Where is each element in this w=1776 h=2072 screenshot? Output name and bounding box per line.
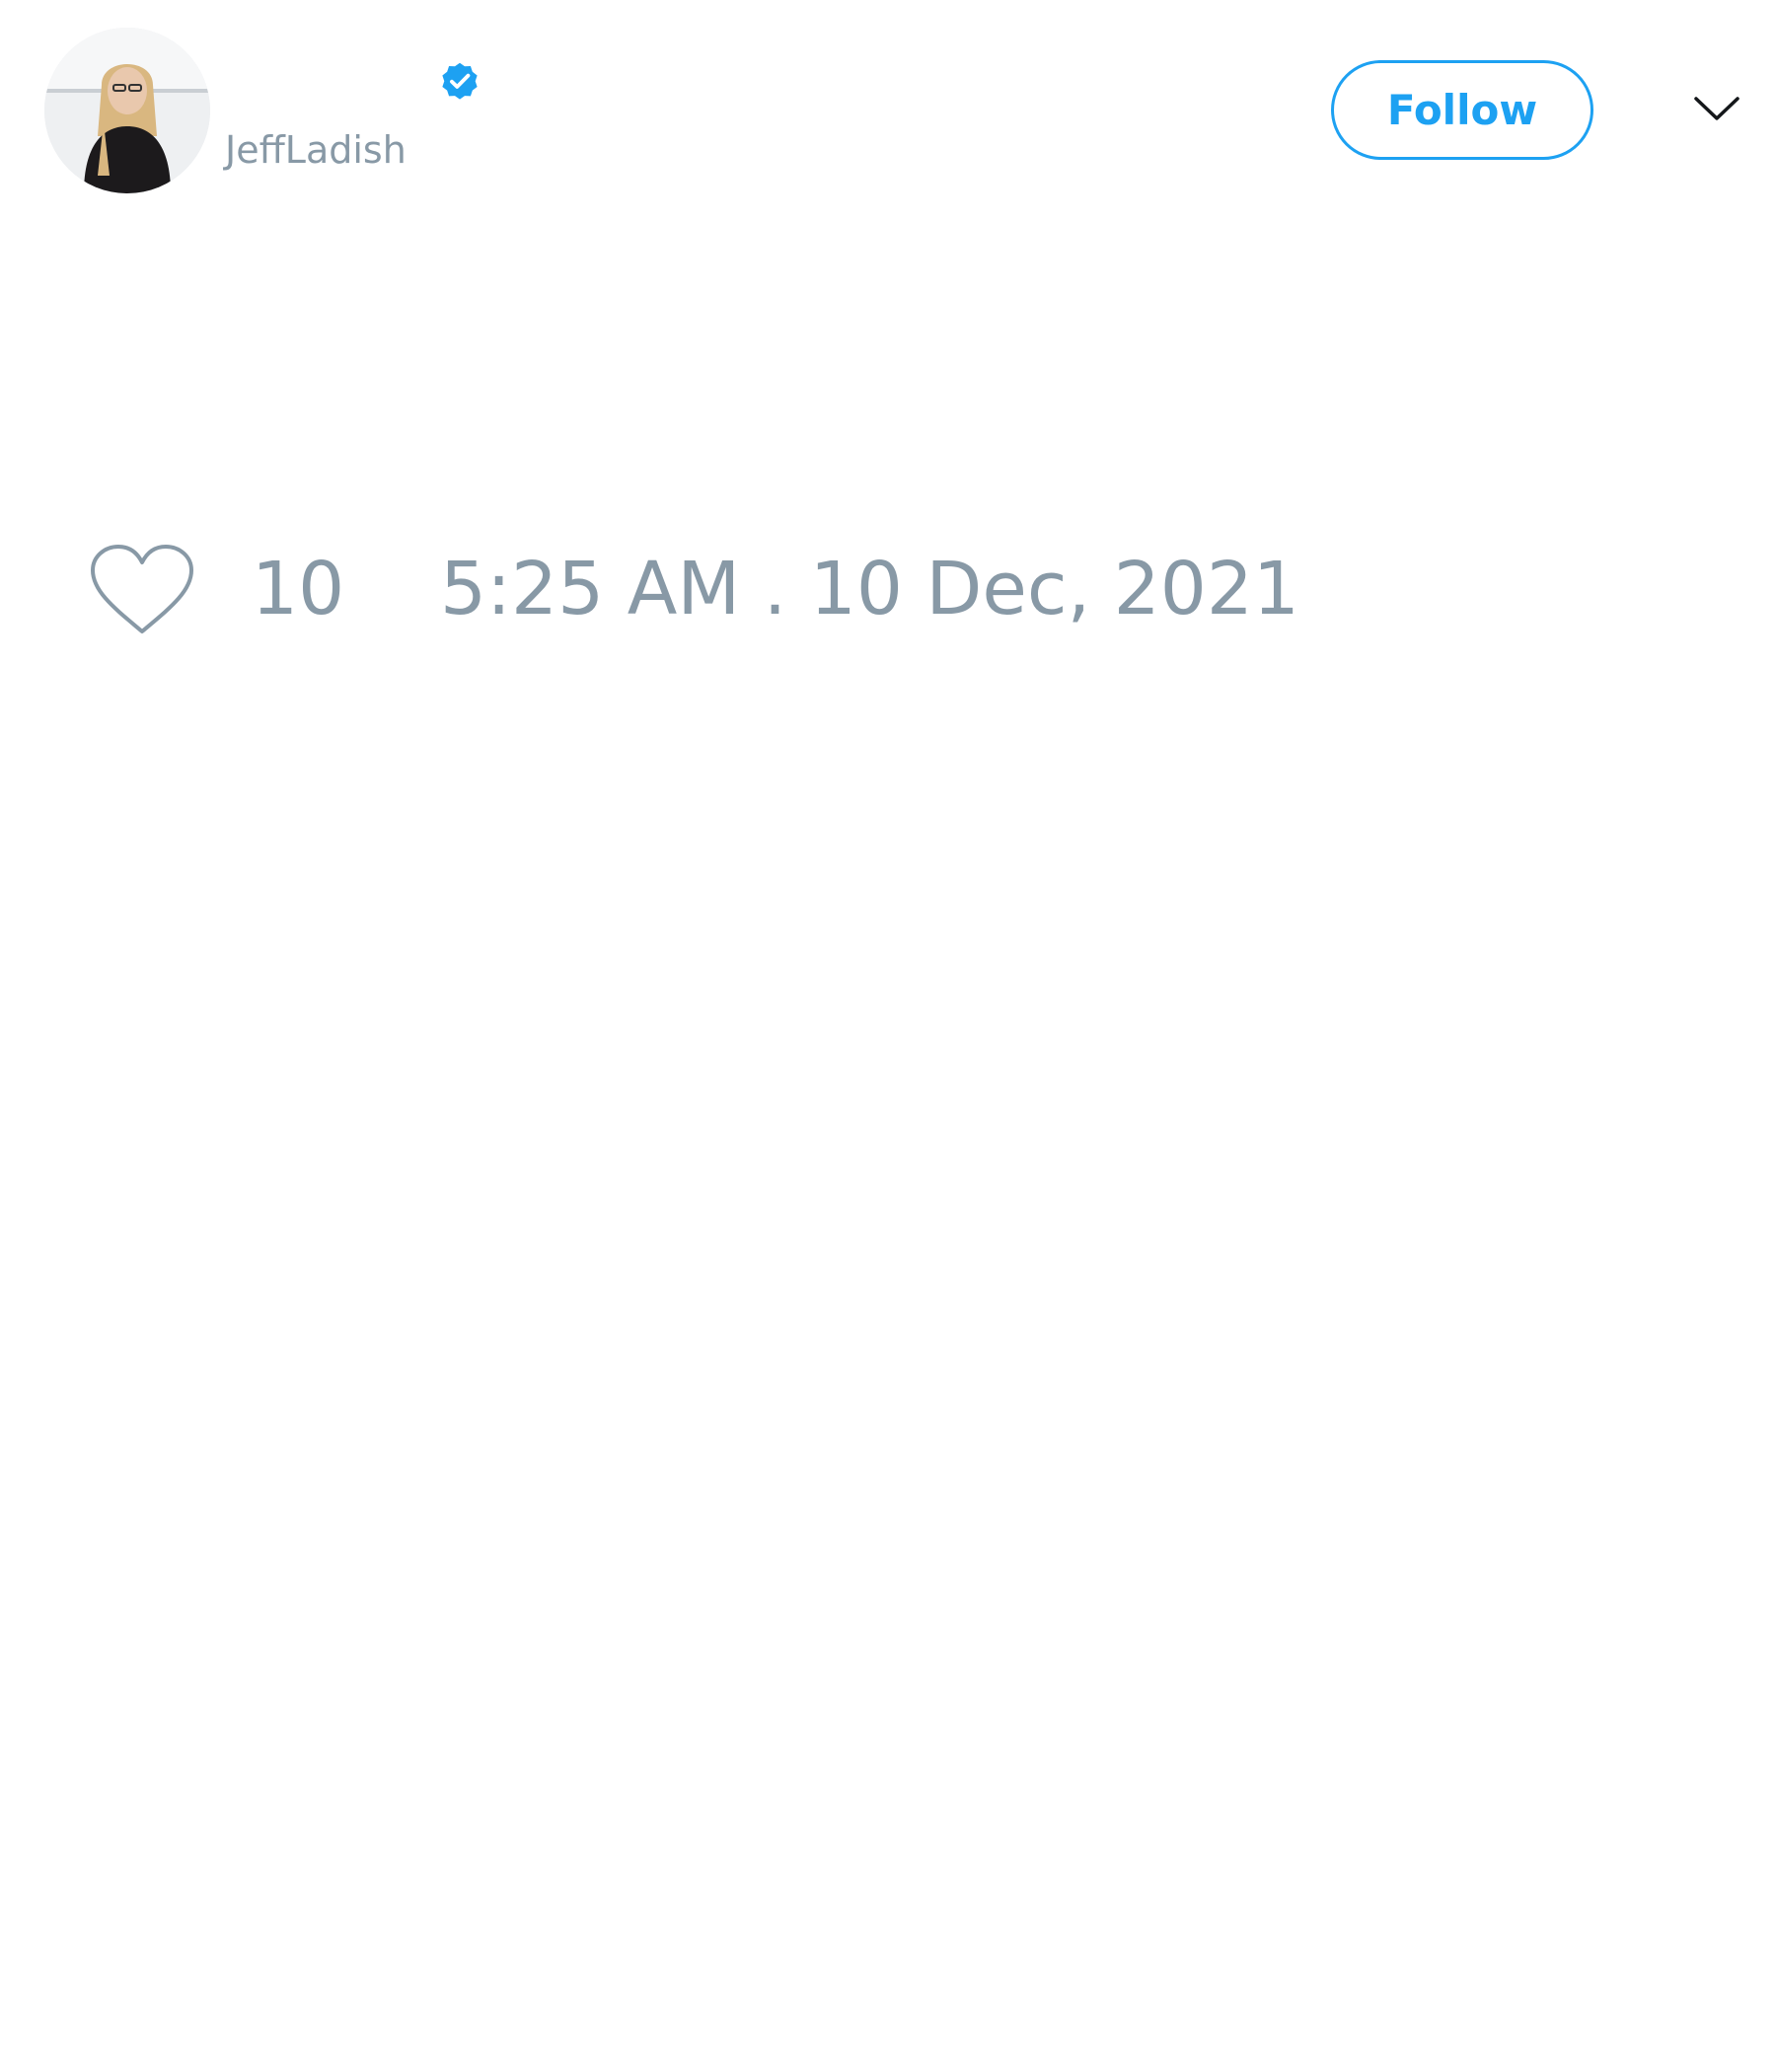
verified-badge-icon	[437, 58, 482, 104]
like-count: 10	[252, 547, 345, 631]
tweet-card: JeffLadish Follow 10 5:25 AM . 10 Dec, 2…	[0, 0, 1776, 2072]
timestamp[interactable]: 5:25 AM . 10 Dec, 2021	[440, 549, 1299, 629]
avatar[interactable]	[44, 28, 210, 193]
avatar-photo	[44, 28, 210, 193]
screen-name[interactable]: JeffLadish	[225, 126, 407, 174]
heart-outline-icon[interactable]	[89, 543, 195, 637]
chevron-down-icon[interactable]	[1692, 89, 1741, 128]
follow-button[interactable]: Follow	[1331, 60, 1593, 160]
